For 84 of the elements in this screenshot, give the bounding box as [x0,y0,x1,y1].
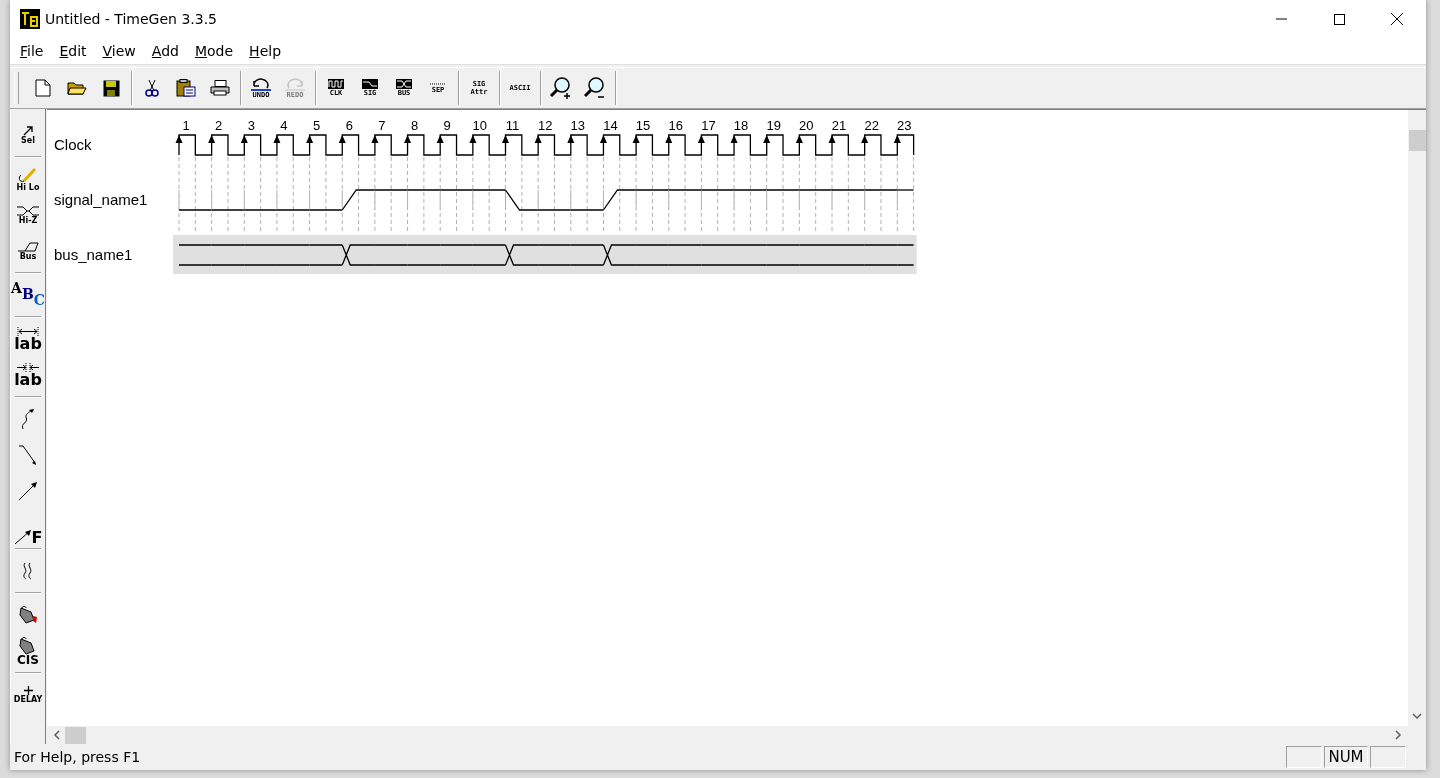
signal-name: bus_name1 [54,246,133,263]
zoom-out-icon [583,76,607,100]
scroll-thumb[interactable] [1408,130,1426,151]
paint-bucket-icon [18,606,38,624]
pointer-arrow-icon [22,125,34,136]
diagonal-arrow-icon [13,529,32,545]
redo-arrow-icon [284,77,306,91]
cycle-number: 20 [799,118,814,133]
app-logo-icon [20,9,40,29]
cycle-number: 2 [215,118,223,133]
menu-item[interactable]: Help [241,43,290,59]
cycle-number: 5 [313,118,321,133]
cycle-number: 22 [864,118,879,133]
curved-arrow-icon [20,408,36,430]
cycle-number: 6 [345,118,353,133]
select-tool-button[interactable]: Sel [12,117,44,153]
chevron-left-icon[interactable] [53,730,61,740]
cycle-number: 9 [443,118,451,133]
span-arrow-icon [16,327,40,336]
cycle-number: 13 [570,118,586,133]
paint-bucket-icon [18,636,38,655]
hilo-tool-button[interactable]: Hi Lo [12,161,44,197]
bus-edge-icon [17,241,39,252]
cycle-number: 16 [668,118,683,133]
cycle-number: 17 [701,118,716,133]
status-text: For Help, press F1 [14,749,141,765]
status-pane: NUM [1324,746,1368,768]
text-tool-button[interactable]: ABC [12,277,44,313]
menu-item[interactable]: Mode [186,43,242,59]
status-pane [1286,746,1322,768]
delay-label-tool-button[interactable]: lab [12,321,44,357]
status-pane [1370,746,1406,768]
cycle-number: 21 [831,118,847,133]
pencil-icon [18,166,38,183]
arrow-f-tool-button[interactable]: F [12,509,44,545]
cycle-number: 23 [897,118,912,133]
dotted-line-icon [430,82,446,86]
delay-tool-button[interactable]: DELAY [12,677,44,713]
bus-wave-icon [396,79,412,89]
hi-z-wave-icon [16,205,40,216]
vertical-scrollbar[interactable] [1408,110,1426,726]
cycle-number: 11 [505,118,520,133]
maximize-icon[interactable] [1333,13,1345,25]
bucket-cis-tool-button[interactable]: CIS [12,633,44,669]
zoom-in-icon [549,76,573,100]
cycle-number: 19 [766,118,781,133]
signal-wave-icon [362,79,378,89]
chevron-down-icon[interactable] [1412,712,1422,720]
signal-name: Clock [54,136,92,153]
cycle-number: 14 [603,118,618,133]
minimize-icon[interactable] [1275,18,1287,20]
open-folder-icon [67,80,87,96]
new-document-icon [35,79,51,97]
wavy-lines-icon [22,562,34,580]
cycle-number: 7 [378,118,386,133]
clock-wave-icon [328,79,344,89]
cycle-number: 12 [537,118,553,133]
menu-item[interactable]: Edit [51,43,95,59]
close-icon[interactable] [1391,13,1403,25]
cycle-number: 8 [410,118,419,133]
menu-item[interactable]: Add [143,43,187,59]
menu-item[interactable]: View [94,43,144,59]
cycle-number: 3 [247,118,255,133]
cycle-number: 18 [733,118,749,133]
chevron-right-icon[interactable] [1394,730,1402,740]
setup-label-tool-button[interactable]: lab [12,357,44,393]
cycle-number: 10 [472,118,488,133]
printer-icon [210,80,230,96]
cycle-number: 15 [635,118,651,133]
signal-name: signal_name1 [54,191,148,208]
scissors-icon [145,79,159,97]
bent-arrow-icon [18,444,38,466]
undo-arrow-icon [250,77,272,91]
cycle-number: 4 [280,118,288,133]
scroll-thumb[interactable] [65,726,86,744]
diagonal-arrow-icon [18,481,38,501]
plus-icon [23,686,33,695]
clipboard-icon [176,79,196,97]
menu-item[interactable]: File [12,43,52,59]
bus-tool-button[interactable]: Bus [12,233,44,269]
hiz-tool-button[interactable]: Hi-Z [12,197,44,233]
cycle-number: 1 [182,118,190,133]
window-title: Untitled - TimeGen 3.3.5 [45,11,217,27]
inward-arrows-icon [16,363,40,372]
